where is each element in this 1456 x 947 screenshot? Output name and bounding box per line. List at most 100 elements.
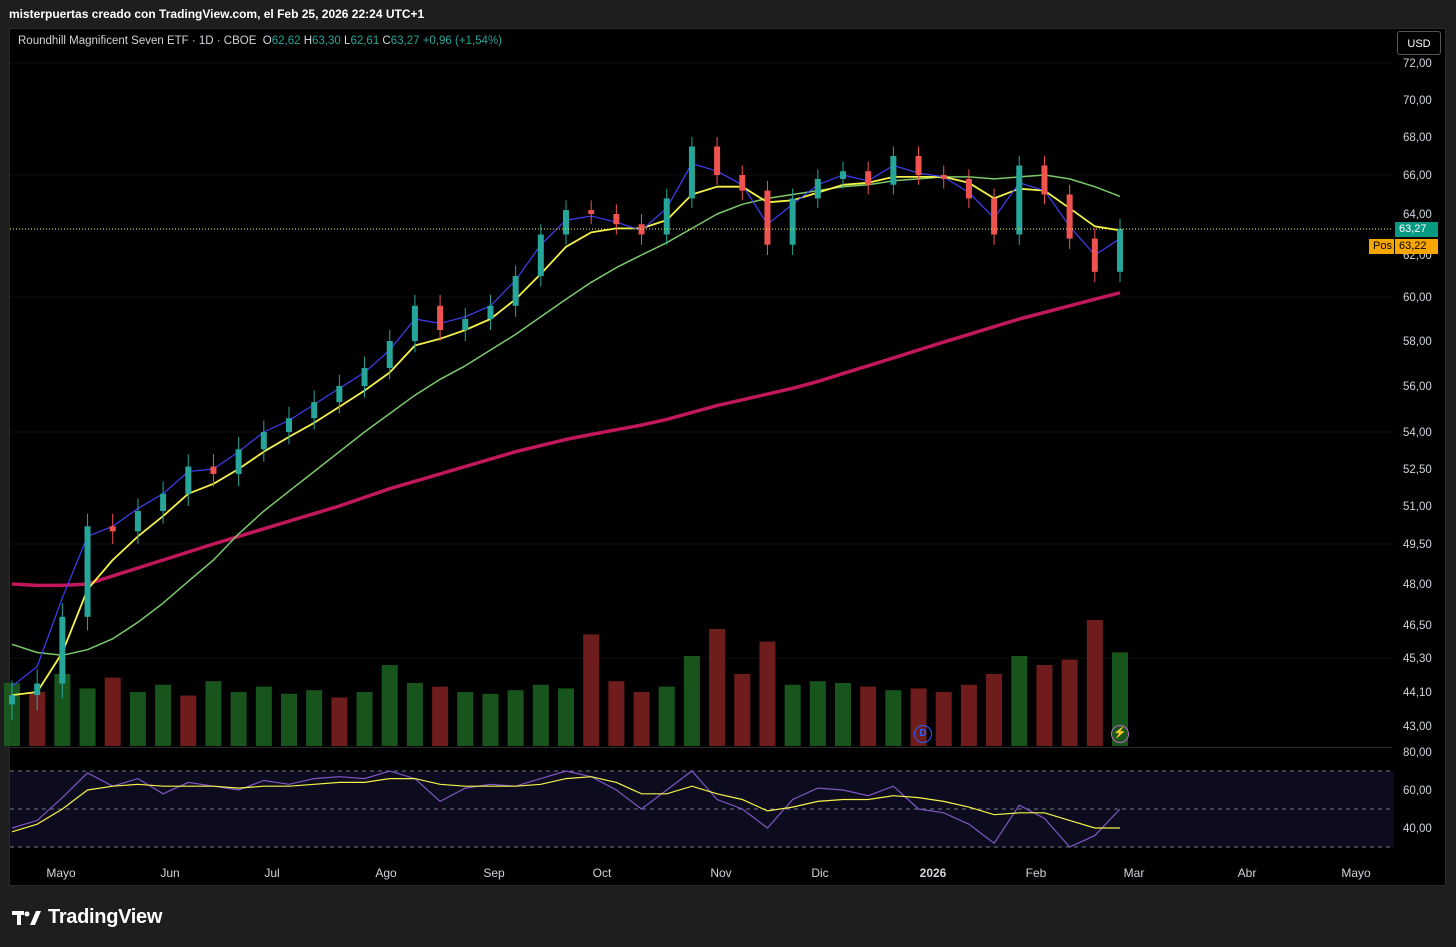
volume-bar-22 <box>558 688 574 746</box>
time-axis-label-0: Mayo <box>46 866 76 880</box>
volume-bar-38 <box>960 684 977 746</box>
candle-body-14 <box>361 368 368 386</box>
lightning-event-icon[interactable]: ⚡ <box>1111 725 1129 743</box>
time-axis-label-8: 2026 <box>920 866 947 880</box>
price-axis-tick-11: 51,00 <box>1403 501 1432 513</box>
sma-200-layer <box>11 291 1121 588</box>
candle-body-31 <box>789 198 796 245</box>
chart-canvas[interactable]: 80,00 60,00 40,00 72,00 70,00 68,00 66,00 64,0… <box>0 0 1456 947</box>
candle-body-38 <box>965 178 972 199</box>
candle-body-15 <box>386 341 393 368</box>
ema-mid-line <box>11 175 1121 696</box>
candle-body-1 <box>34 683 41 696</box>
price-axis-tick-9: 54,00 <box>1403 427 1432 439</box>
price-axis-tick-0: 72,00 <box>1403 58 1432 70</box>
volume-bar-18 <box>457 692 474 746</box>
price-axis-tick-7: 58,00 <box>1403 336 1432 348</box>
candle-body-27 <box>688 146 695 199</box>
volume-bar-41 <box>1036 665 1053 746</box>
tradingview-logo[interactable]: TradingView <box>12 906 162 929</box>
candle-body-32 <box>814 178 821 199</box>
candle-body-30 <box>764 190 771 245</box>
candle-body-41 <box>1041 165 1048 195</box>
candle-body-33 <box>840 171 846 179</box>
rsi-axis-tick-2: 40,00 <box>1403 823 1432 835</box>
volume-bar-34 <box>860 686 877 746</box>
legend-symbol: Roundhill Magnificent Seven ETF · 1D · C… <box>18 35 257 47</box>
volume-bar-42 <box>1061 659 1078 746</box>
legend-change: +0,96 (+1,54%) <box>422 35 502 47</box>
candle-body-17 <box>437 305 444 330</box>
time-axis-label-3: Ago <box>375 866 397 880</box>
time-axis-label-12: Mayo <box>1341 866 1371 880</box>
candle-body-22 <box>563 210 569 235</box>
price-axis-tick-16: 44,10 <box>1403 687 1432 699</box>
legend-high: 63,30 <box>312 35 341 47</box>
volume-bar-4 <box>104 677 121 746</box>
volume-bar-5 <box>129 692 146 746</box>
candle-body-36 <box>915 156 922 175</box>
volume-bar-10 <box>255 686 272 746</box>
volume-bar-39 <box>986 674 1003 746</box>
candle-body-6 <box>160 493 167 512</box>
footer-bar <box>0 890 1456 947</box>
candle-body-37 <box>940 175 947 179</box>
volume-bar-43 <box>1086 620 1103 746</box>
volume-bar-21 <box>532 684 549 746</box>
volume-bar-7 <box>180 695 197 746</box>
candle-body-10 <box>260 432 267 450</box>
candle-body-29 <box>739 175 746 191</box>
volume-bar-6 <box>155 684 172 746</box>
candle-body-12 <box>311 402 318 419</box>
time-axis-label-7: Dic <box>811 866 828 880</box>
volume-bar-15 <box>381 665 398 746</box>
volume-bar-26 <box>658 686 675 746</box>
volume-bar-37 <box>935 692 952 746</box>
volume-bar-33 <box>835 683 851 746</box>
legend-open-label: O <box>262 35 272 47</box>
time-axis-label-1: Jun <box>160 866 179 880</box>
position-value-tag: 63,22 <box>1395 239 1438 254</box>
price-axis-tick-13: 48,00 <box>1403 579 1432 591</box>
sma-200-line <box>11 291 1121 588</box>
rsi-axis-tick-1: 60,00 <box>1403 785 1432 797</box>
legend-high-label: H <box>303 35 313 47</box>
dividend-marker[interactable]: D <box>914 725 932 743</box>
price-axis-tick-8: 56,00 <box>1403 381 1432 393</box>
candle-body-44 <box>1117 228 1123 272</box>
time-axis-label-5: Oct <box>593 866 612 880</box>
volume-bar-3 <box>79 688 96 746</box>
volume-bar-27 <box>683 656 700 746</box>
candle-body-24 <box>613 214 620 225</box>
candle-body-23 <box>588 210 595 214</box>
volume-bar-9 <box>230 692 247 746</box>
volume-bar-14 <box>356 692 373 746</box>
volume-bar-12 <box>306 690 323 746</box>
volume-bar-31 <box>784 684 801 746</box>
volume-bar-13 <box>331 697 348 746</box>
volume-bar-30 <box>759 641 776 746</box>
currency-button[interactable]: USD <box>1397 31 1441 55</box>
volume-bar-17 <box>432 686 449 746</box>
dotted-grid-layer <box>10 62 1392 659</box>
price-axis-tick-15: 45,30 <box>1403 653 1432 665</box>
tradingview-logo-icon <box>12 910 41 925</box>
candle-body-5 <box>134 511 141 532</box>
candle-body-40 <box>1016 165 1023 235</box>
candle-body-20 <box>512 276 519 306</box>
time-axis-label-6: Nov <box>710 866 731 880</box>
candle-body-7 <box>185 466 192 494</box>
position-label-tag: Pos <box>1369 239 1394 254</box>
candle-body-9 <box>235 449 242 474</box>
price-axis-tick-10: 52,50 <box>1403 464 1432 476</box>
time-axis: Mayo Jun Jul Ago Sep Oct Nov Dic 2026 Feb Mar Abr Ma… <box>46 866 1371 880</box>
time-axis-label-10: Mar <box>1124 866 1145 880</box>
volume-bar-20 <box>507 690 524 746</box>
volume-bar-16 <box>406 683 423 746</box>
time-axis-label-4: Sep <box>483 866 505 880</box>
volume-bar-11 <box>281 693 297 746</box>
volume-bar-35 <box>885 690 902 746</box>
time-axis-label-11: Abr <box>1238 866 1257 880</box>
volume-bar-25 <box>633 692 650 746</box>
time-axis-label-2: Jul <box>264 866 279 880</box>
